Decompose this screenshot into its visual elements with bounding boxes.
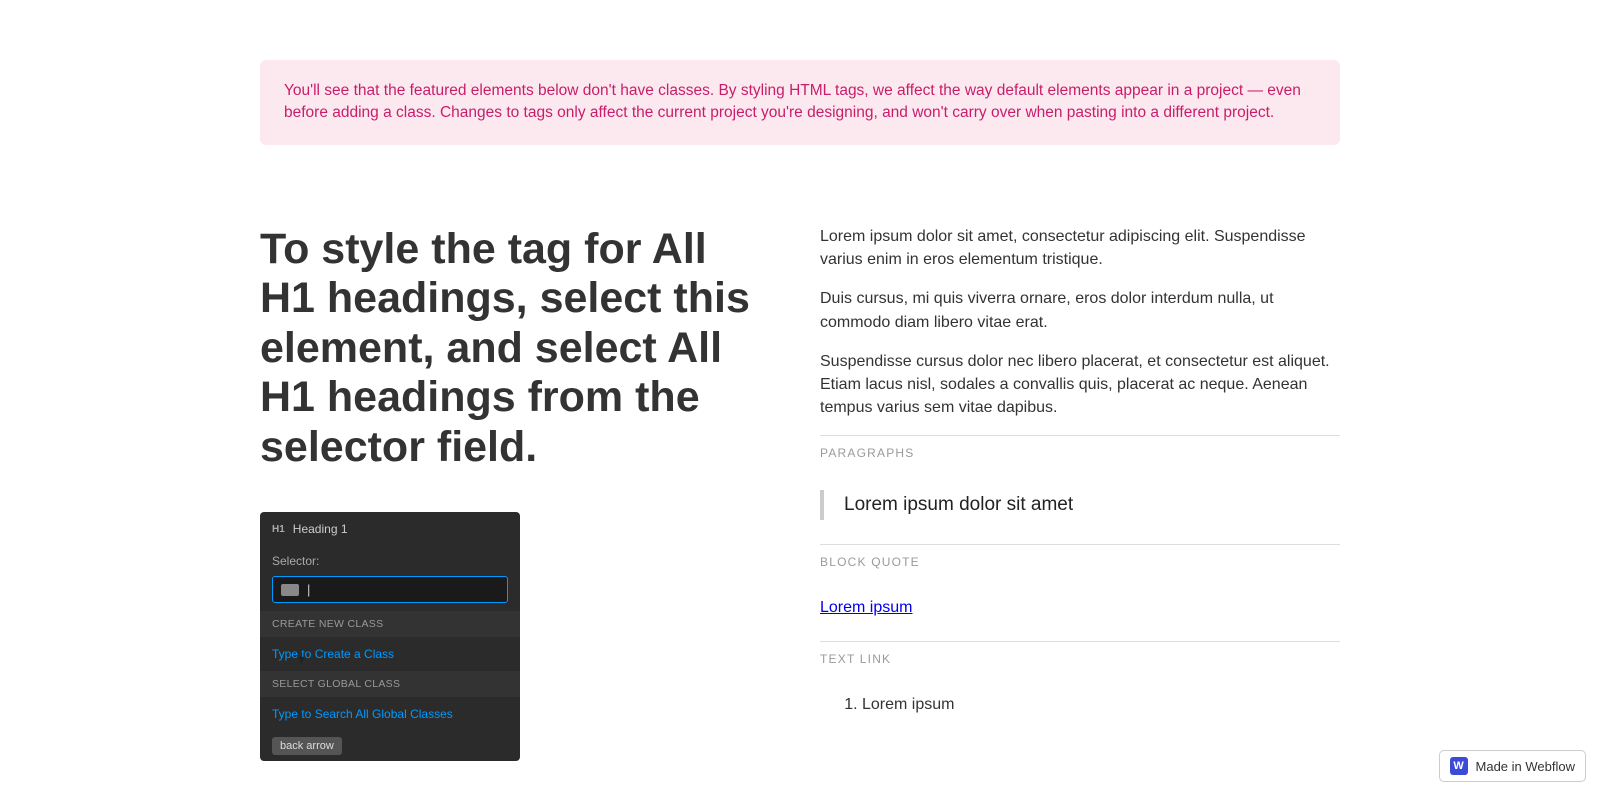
selector-section: Selector: | xyxy=(260,546,520,611)
back-arrow-tag[interactable]: back arrow xyxy=(272,737,342,755)
content-grid: To style the tag for All H1 headings, se… xyxy=(260,225,1340,761)
right-column: Lorem ipsum dolor sit amet, consectetur … xyxy=(820,225,1340,761)
paragraphs-label: PARAGRAPHS xyxy=(820,435,1340,460)
alert-box: You'll see that the featured elements be… xyxy=(260,60,1340,145)
panel-header: H1 Heading 1 xyxy=(260,512,520,546)
panel-title: Heading 1 xyxy=(293,522,348,536)
desktop-icon xyxy=(281,584,299,596)
create-class-header: CREATE NEW CLASS xyxy=(260,611,520,637)
paragraph: Suspendisse cursus dolor nec libero plac… xyxy=(820,350,1340,420)
ordered-list: Lorem ipsum xyxy=(820,696,1340,714)
selector-panel: H1 Heading 1 Selector: | CREATE NEW CLAS… xyxy=(260,512,520,761)
webflow-icon: W xyxy=(1450,757,1468,775)
blockquote-label: BLOCK QUOTE xyxy=(820,544,1340,569)
alert-text: You'll see that the featured elements be… xyxy=(284,80,1316,125)
list-item: Lorem ipsum xyxy=(862,696,1340,714)
select-global-action[interactable]: Type to Search All Global Classes xyxy=(260,697,520,731)
text-link[interactable]: Lorem ipsum xyxy=(820,599,912,617)
select-global-header: SELECT GLOBAL CLASS xyxy=(260,671,520,697)
blockquote: Lorem ipsum dolor sit amet xyxy=(820,490,1340,520)
page-container: You'll see that the featured elements be… xyxy=(260,0,1340,761)
paragraph: Duis cursus, mi quis viverra ornare, ero… xyxy=(820,287,1340,333)
paragraph: Lorem ipsum dolor sit amet, consectetur … xyxy=(820,225,1340,271)
webflow-badge[interactable]: W Made in Webflow xyxy=(1439,750,1586,782)
webflow-badge-text: Made in Webflow xyxy=(1476,759,1575,774)
selector-cursor: | xyxy=(307,582,310,597)
h1-badge: H1 xyxy=(272,524,285,535)
main-heading: To style the tag for All H1 headings, se… xyxy=(260,225,760,472)
selector-label: Selector: xyxy=(272,554,508,568)
caret-icon: ▾ xyxy=(298,651,305,668)
left-column: To style the tag for All H1 headings, se… xyxy=(260,225,760,761)
selector-input[interactable]: | xyxy=(272,576,508,603)
textlink-label: TEXT LINK xyxy=(820,641,1340,666)
